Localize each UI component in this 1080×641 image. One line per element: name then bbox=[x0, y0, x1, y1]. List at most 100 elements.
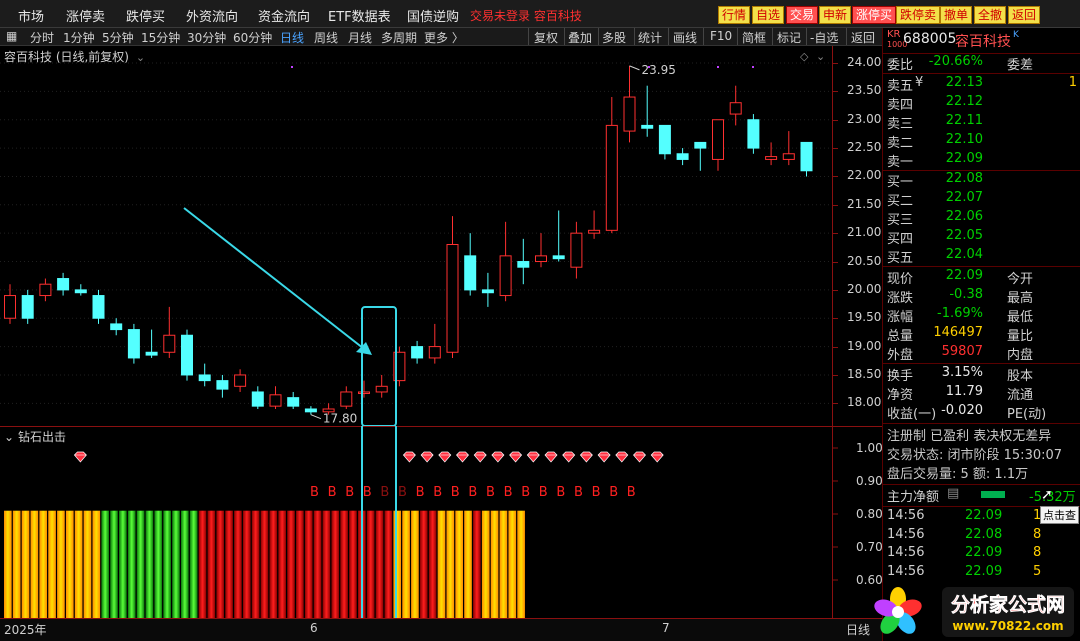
back-button[interactable]: 返回 bbox=[1008, 6, 1041, 24]
candle-body[interactable] bbox=[21, 295, 34, 319]
indicator-chart[interactable]: ⌄ 钻石出击1.000.900.800.700.60B B B B B B B B B B B B B B B… bbox=[0, 426, 882, 618]
candlestick-chart[interactable]: 23.95 17.80 ◇ ⌄ bbox=[0, 46, 832, 426]
candle-body[interactable] bbox=[641, 124, 654, 129]
candle-body[interactable] bbox=[552, 255, 565, 260]
period-5min[interactable]: 5分钟 bbox=[102, 29, 134, 46]
candle-body[interactable] bbox=[4, 295, 16, 319]
period-1min[interactable]: 1分钟 bbox=[63, 29, 95, 46]
menu-market[interactable]: 市场 bbox=[18, 6, 44, 25]
sell-row[interactable]: 卖一 22.09 bbox=[887, 151, 1079, 170]
candle-body[interactable] bbox=[446, 244, 459, 353]
candle-body[interactable] bbox=[800, 141, 813, 172]
period-weekly[interactable]: 周线 bbox=[314, 29, 338, 46]
quote-button[interactable]: 行情 bbox=[718, 6, 751, 24]
tool-remove-watchlist[interactable]: -自选 bbox=[810, 29, 838, 46]
candle-body[interactable] bbox=[39, 283, 52, 297]
candle-body[interactable] bbox=[181, 334, 193, 376]
tool-back[interactable]: 返回 bbox=[851, 29, 875, 46]
diamond-outline-icon[interactable]: ◇ bbox=[800, 50, 809, 63]
candle-body[interactable] bbox=[729, 102, 742, 115]
period-30min[interactable]: 30分钟 bbox=[187, 29, 226, 46]
candle-body[interactable] bbox=[765, 156, 778, 160]
cancel-all-button[interactable]: 全撤 bbox=[974, 6, 1007, 24]
candle-body[interactable] bbox=[198, 374, 211, 382]
tool-overlay[interactable]: 叠加 bbox=[568, 29, 592, 46]
trade-button[interactable]: 交易 bbox=[786, 6, 819, 24]
chevron-circle-icon[interactable]: ⌄ bbox=[4, 430, 14, 444]
candle-body[interactable] bbox=[145, 351, 158, 356]
candle-body[interactable] bbox=[127, 329, 140, 359]
candle-body[interactable] bbox=[782, 153, 795, 160]
candle-body[interactable] bbox=[676, 153, 689, 160]
candle-body[interactable] bbox=[340, 391, 353, 407]
candle-body[interactable] bbox=[428, 346, 441, 359]
chevron-down-icon[interactable]: ⌄ bbox=[136, 51, 145, 64]
event-marker[interactable] bbox=[752, 66, 754, 68]
click-hint[interactable]: 点击查 bbox=[1040, 506, 1079, 524]
tool-draw[interactable]: 画线 bbox=[673, 29, 697, 46]
event-marker[interactable] bbox=[291, 66, 293, 68]
icon-grid[interactable]: ▦ bbox=[6, 29, 17, 43]
candle-body[interactable] bbox=[92, 295, 105, 319]
menu-bond-repo[interactable]: 国债逆购 bbox=[407, 6, 459, 25]
candle-body[interactable] bbox=[304, 408, 317, 413]
candle-body[interactable] bbox=[74, 289, 87, 294]
sell-row[interactable]: 卖四 22.12 bbox=[887, 94, 1079, 113]
limit-down-sell-button[interactable]: 跌停卖 bbox=[896, 6, 941, 24]
candle-body[interactable] bbox=[216, 380, 229, 390]
candle-body[interactable] bbox=[464, 255, 477, 291]
candle-body[interactable] bbox=[163, 334, 176, 353]
menu-icon[interactable]: ▤ bbox=[947, 486, 959, 501]
buy-row[interactable]: 买一 22.08 bbox=[887, 171, 1079, 190]
sell-row[interactable]: 卖二 22.10 bbox=[887, 132, 1079, 151]
buy-row[interactable]: 买三 22.06 bbox=[887, 209, 1079, 228]
sell-row[interactable]: 卖五 22.13 1 ¥ bbox=[887, 75, 1079, 94]
candle-body[interactable] bbox=[570, 232, 583, 268]
candle-body[interactable] bbox=[535, 255, 547, 263]
menu-limit-up-sell[interactable]: 涨停卖 bbox=[66, 6, 105, 25]
candle-body[interactable] bbox=[499, 255, 512, 297]
tool-simple-frame[interactable]: 简框 bbox=[742, 29, 766, 46]
candle-body[interactable] bbox=[481, 289, 494, 294]
candle-body[interactable] bbox=[251, 391, 264, 407]
candle-body[interactable] bbox=[517, 261, 530, 268]
candle-body[interactable] bbox=[605, 124, 618, 231]
period-60min[interactable]: 60分钟 bbox=[233, 29, 272, 46]
candle-body[interactable] bbox=[287, 397, 300, 407]
menu-limit-down-buy[interactable]: 跌停买 bbox=[126, 6, 165, 25]
new-shares-button[interactable]: 申新 bbox=[819, 6, 852, 24]
candle-body[interactable] bbox=[57, 278, 70, 291]
period-more[interactable]: 更多 〉 bbox=[424, 29, 464, 46]
buy-row[interactable]: 买四 22.05 bbox=[887, 228, 1079, 247]
candle-body[interactable] bbox=[712, 119, 724, 160]
sell-row[interactable]: 卖三 22.11 bbox=[887, 113, 1079, 132]
tool-stats[interactable]: 统计 bbox=[638, 29, 662, 46]
candle-body[interactable] bbox=[747, 119, 760, 149]
candle-body[interactable] bbox=[110, 323, 123, 331]
period-15min[interactable]: 15分钟 bbox=[141, 29, 180, 46]
candle-body[interactable] bbox=[588, 229, 601, 234]
buy-row[interactable]: 买五 22.04 bbox=[887, 247, 1079, 266]
limit-up-buy-button[interactable]: 涨停买 bbox=[852, 6, 897, 24]
menu-fund-flow[interactable]: 资金流向 bbox=[258, 6, 310, 25]
candle-body[interactable] bbox=[234, 374, 247, 387]
menu-foreign-flow[interactable]: 外资流向 bbox=[186, 6, 238, 25]
event-marker[interactable] bbox=[648, 66, 650, 68]
event-marker[interactable] bbox=[717, 66, 719, 68]
candle-body[interactable] bbox=[694, 141, 707, 149]
candle-body[interactable] bbox=[623, 96, 636, 132]
candle-body[interactable] bbox=[269, 394, 282, 407]
tool-adjust[interactable]: 复权 bbox=[534, 29, 558, 46]
period-monthly[interactable]: 月线 bbox=[348, 29, 372, 46]
period-intraday[interactable]: 分时 bbox=[30, 29, 54, 46]
period-multi[interactable]: 多周期 bbox=[381, 29, 417, 46]
candle-body[interactable] bbox=[375, 385, 388, 393]
tool-f10[interactable]: F10 bbox=[710, 29, 732, 43]
candle-body[interactable] bbox=[658, 124, 671, 155]
cancel-order-button[interactable]: 撤单 bbox=[940, 6, 973, 24]
candle-body[interactable] bbox=[358, 391, 370, 394]
chevron-down-icon[interactable]: ⌄ bbox=[816, 50, 825, 63]
buy-row[interactable]: 买二 22.07 bbox=[887, 190, 1079, 209]
watchlist-button[interactable]: 自选 bbox=[752, 6, 785, 24]
period-daily[interactable]: 日线 bbox=[280, 29, 304, 46]
